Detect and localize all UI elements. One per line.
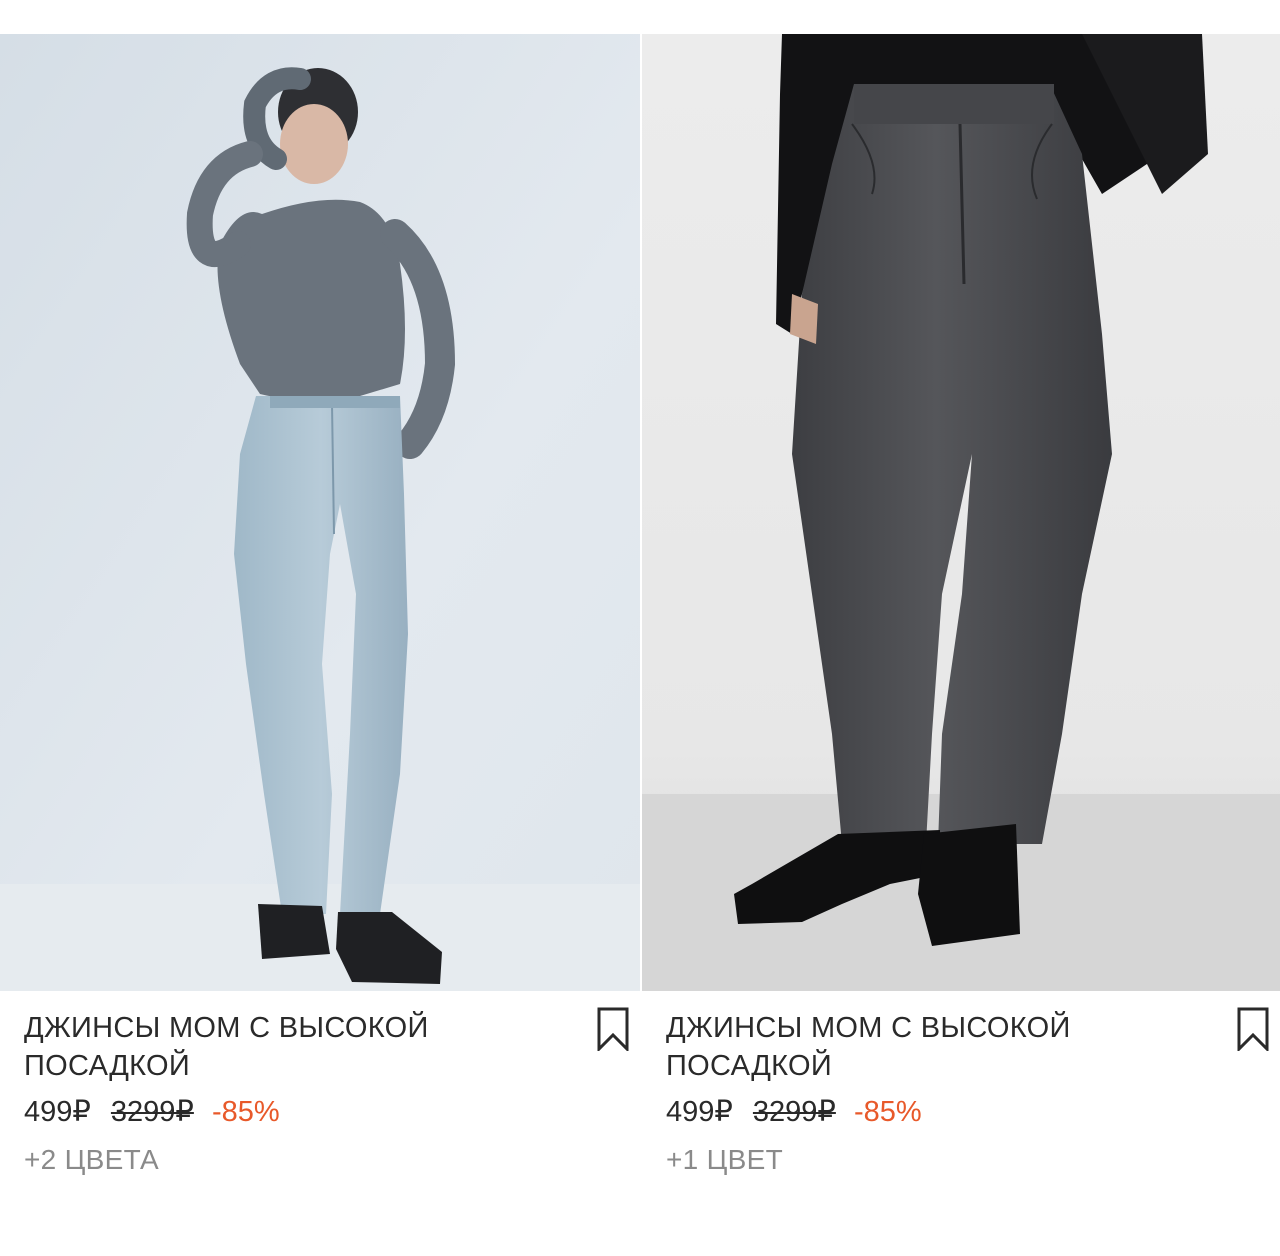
product-photo[interactable] — [642, 34, 1280, 991]
discount-badge: -85% — [211, 1096, 280, 1128]
product-title[interactable]: ДЖИНСЫ MOM С ВЫСОКОЙ ПОСАДКОЙ — [24, 1009, 560, 1085]
product-info: ДЖИНСЫ MOM С ВЫСОКОЙ ПОСАДКОЙ 499₽ 3299₽… — [642, 991, 1280, 1234]
product-photo[interactable] — [0, 34, 640, 991]
bookmark-icon — [1237, 1007, 1269, 1051]
price-current: 499₽ — [24, 1096, 91, 1128]
colors-note[interactable]: +2 ЦВЕТА — [24, 1141, 560, 1179]
product-grid: ДЖИНСЫ MOM С ВЫСОКОЙ ПОСАДКОЙ 499₽ 3299₽… — [0, 34, 1280, 1234]
product-card[interactable]: ДЖИНСЫ MOM С ВЫСОКОЙ ПОСАДКОЙ 499₽ 3299₽… — [642, 34, 1280, 1234]
bookmark-button[interactable] — [1234, 1007, 1272, 1053]
price-old: 3299₽ — [110, 1096, 194, 1128]
price-old: 3299₽ — [752, 1096, 836, 1128]
product-info: ДЖИНСЫ MOM С ВЫСОКОЙ ПОСАДКОЙ 499₽ 3299₽… — [0, 991, 640, 1234]
price-row: 499₽ 3299₽ -85% — [24, 1093, 560, 1131]
colors-note[interactable]: +1 ЦВЕТ — [666, 1141, 1200, 1179]
bookmark-icon — [597, 1007, 629, 1051]
product-photo-dark-jeans — [642, 34, 1280, 991]
product-photo-light-jeans — [0, 34, 640, 991]
discount-badge: -85% — [853, 1096, 922, 1128]
bookmark-button[interactable] — [594, 1007, 632, 1053]
price-current: 499₽ — [666, 1096, 733, 1128]
product-title[interactable]: ДЖИНСЫ MOM С ВЫСОКОЙ ПОСАДКОЙ — [666, 1009, 1200, 1085]
product-card[interactable]: ДЖИНСЫ MOM С ВЫСОКОЙ ПОСАДКОЙ 499₽ 3299₽… — [0, 34, 640, 1234]
price-row: 499₽ 3299₽ -85% — [666, 1093, 1200, 1131]
